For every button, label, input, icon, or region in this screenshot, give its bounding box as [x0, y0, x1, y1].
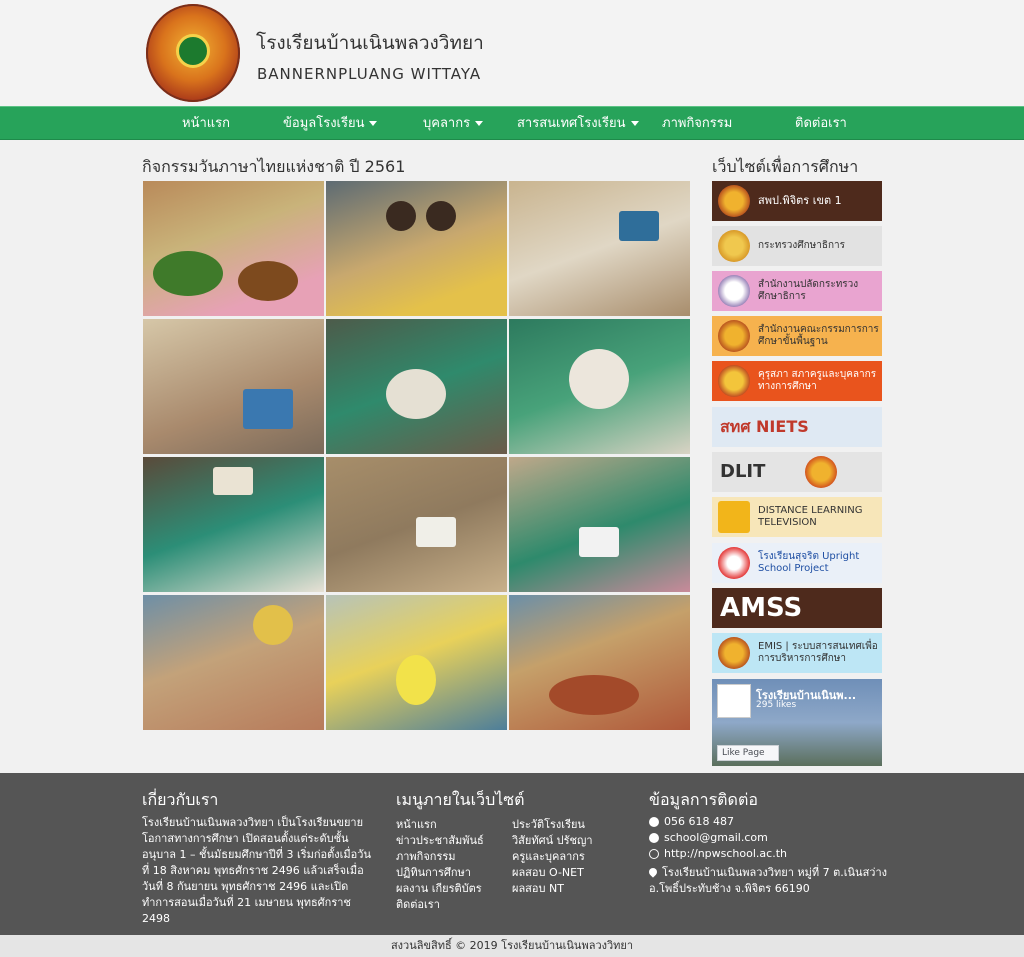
phone-icon [649, 816, 659, 827]
nav-personnel[interactable]: บุคลากร [423, 107, 484, 141]
seal-icon [718, 365, 750, 397]
school-name-thai: โรงเรียนบ้านเนินพลวงวิทยา [256, 32, 484, 54]
map-marker-icon [647, 866, 659, 878]
banner-obec-phichit-1[interactable]: สพป.พิจิตร เขต 1 [712, 181, 882, 221]
facebook-like-button[interactable]: Like Page [717, 745, 779, 761]
gallery-photo[interactable] [143, 181, 324, 316]
heart-icon [718, 547, 750, 579]
globe-icon [649, 848, 659, 859]
photo-gallery [143, 181, 691, 731]
seal-icon [718, 230, 750, 262]
school-name-english: BANNERNPLUANG WITTAYA [257, 65, 482, 83]
gallery-photo[interactable] [509, 181, 690, 316]
banner-ministry-of-education[interactable]: กระทรวงศึกษาธิการ [712, 226, 882, 266]
gallery-photo[interactable] [326, 457, 507, 592]
school-logo[interactable] [146, 4, 240, 102]
contact-phone[interactable]: 056 618 487 [649, 815, 734, 828]
banner-dlit[interactable]: DLIT [712, 452, 882, 492]
nav-activity-photos[interactable]: ภาพกิจกรรม [662, 107, 732, 141]
sidebar-title: เว็บไซต์เพื่อการศึกษา [712, 157, 859, 176]
seal-icon [718, 275, 750, 307]
footer-menu-title: เมนูภายในเว็บไซต์ [396, 790, 525, 809]
facebook-likes-count: 295 likes [756, 700, 797, 710]
nav-home[interactable]: หน้าแรก [182, 107, 230, 141]
gallery-photo[interactable] [143, 319, 324, 454]
seal-icon [718, 185, 750, 217]
gallery-photo[interactable] [143, 595, 324, 730]
chevron-down-icon [369, 121, 378, 126]
footer-contact-title: ข้อมูลการติดต่อ [649, 790, 758, 809]
gallery-photo[interactable] [509, 595, 690, 730]
banner-dltv[interactable]: DISTANCE LEARNING TELEVISION [712, 497, 882, 537]
gallery-photo[interactable] [326, 595, 507, 730]
contact-website[interactable]: http://npwschool.ac.th [649, 847, 787, 860]
banner-niets[interactable]: สทศ NIETS [712, 407, 882, 447]
copyright-bar: สงวนลิขสิทธิ์ © 2019 โรงเรียนบ้านเนินพลว… [0, 935, 1024, 957]
footer-about-title: เกี่ยวกับเรา [142, 790, 219, 809]
facebook-page-avatar [717, 684, 751, 718]
gallery-photo[interactable] [509, 457, 690, 592]
main-nav: หน้าแรก ข้อมูลโรงเรียน บุคลากร สารสนเทศโ… [0, 106, 1024, 140]
banner-emis[interactable]: EMIS | ระบบสารสนเทศเพื่อการบริหารการศึกษ… [712, 633, 882, 673]
banner-amss[interactable]: AMSS [712, 588, 882, 628]
contact-address-line2: อ.โพธิ์ประทับช้าง จ.พิจิตร 66190 [649, 882, 810, 895]
footer-link[interactable]: ผลสอบ NT [512, 879, 564, 897]
seal-icon [718, 320, 750, 352]
banner-upright-school[interactable]: โรงเรียนสุจริต Upright School Project [712, 543, 882, 583]
email-icon [649, 832, 659, 843]
chevron-down-icon [630, 121, 639, 126]
gallery-photo[interactable] [143, 457, 324, 592]
nav-school-info[interactable]: ข้อมูลโรงเรียน [283, 107, 378, 141]
gallery-photo[interactable] [326, 319, 507, 454]
gallery-title: กิจกรรมวันภาษาไทยแห่งชาติ ปี 2561 [142, 157, 406, 176]
copyright-text: สงวนลิขสิทธิ์ © 2019 โรงเรียนบ้านเนินพลว… [390, 939, 634, 952]
banner-obec[interactable]: สำนักงานคณะกรรมการการศึกษาขั้นพื้นฐาน [712, 316, 882, 356]
site-header: โรงเรียนบ้านเนินพลวงวิทยา BANNERNPLUANG … [0, 0, 1024, 106]
facebook-page-widget[interactable]: โรงเรียนบ้านเนินพ... 295 likes Like Page [712, 679, 882, 766]
banner-teachers-council[interactable]: คุรุสภา สภาครูและบุคลากรทางการศึกษา [712, 361, 882, 401]
gallery-photo[interactable] [326, 181, 507, 316]
banner-opsmoe[interactable]: สำนักงานปลัดกระทรวงศึกษาธิการ [712, 271, 882, 311]
site-footer: เกี่ยวกับเรา โรงเรียนบ้านเนินพลวงวิทยา เ… [0, 773, 1024, 935]
gallery-photo[interactable] [509, 319, 690, 454]
seal-icon [718, 637, 750, 669]
chevron-down-icon [475, 121, 484, 126]
dltv-logo-icon [718, 501, 750, 533]
nav-contact[interactable]: ติดต่อเรา [795, 107, 847, 141]
seal-icon [805, 456, 838, 488]
footer-link[interactable]: ติดต่อเรา [396, 895, 440, 913]
footer-about-text: โรงเรียนบ้านเนินพลวงวิทยา เป็นโรงเรียนขย… [142, 816, 371, 925]
contact-email[interactable]: school@gmail.com [649, 831, 768, 844]
nav-school-information[interactable]: สารสนเทศโรงเรียน [517, 107, 639, 141]
